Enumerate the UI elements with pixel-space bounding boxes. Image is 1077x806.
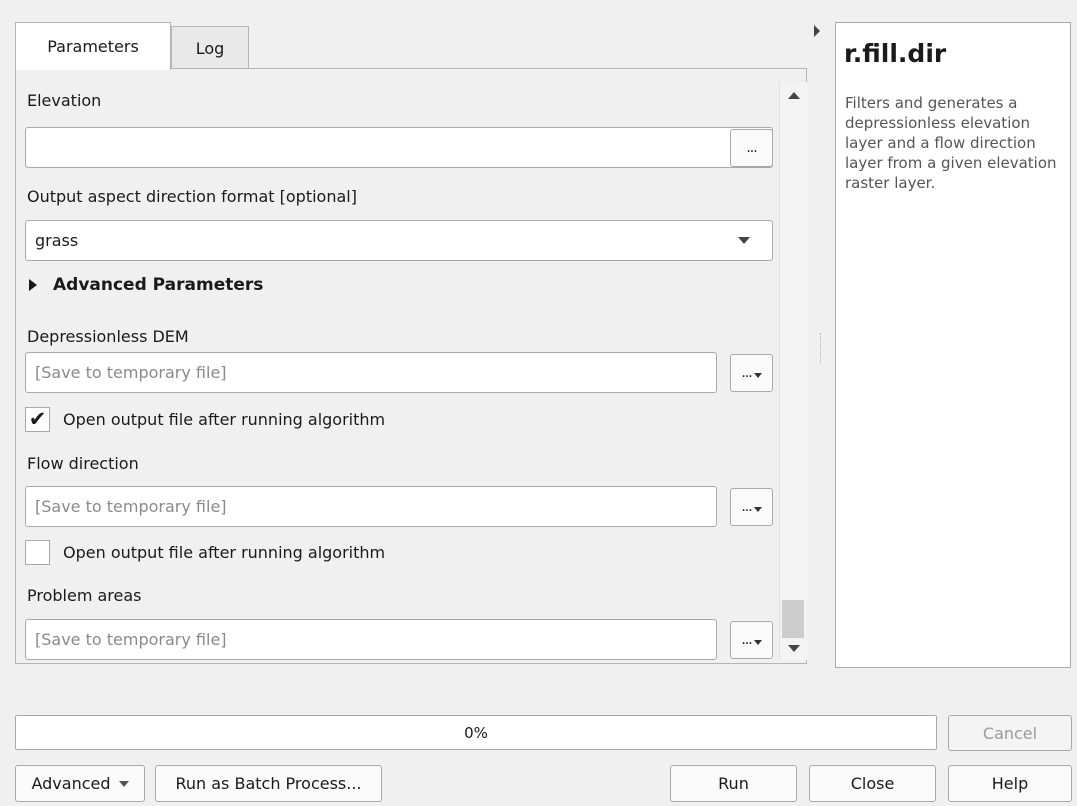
elevation-browse-button[interactable]: ... [730, 129, 773, 167]
scroll-up-icon[interactable] [788, 92, 800, 99]
aspect-format-label: Output aspect direction format [optional… [27, 187, 357, 206]
problem-browse-button[interactable]: ... [730, 621, 773, 659]
aspect-format-combobox[interactable]: grass [25, 220, 773, 261]
problem-areas-label: Problem areas [27, 586, 142, 605]
run-button[interactable]: Run [670, 765, 797, 802]
elevation-combobox[interactable] [25, 127, 773, 168]
scroll-down-icon[interactable] [788, 645, 800, 652]
elevation-label: Elevation [27, 91, 102, 110]
dem-output-placeholder: [Save to temporary file] [35, 363, 227, 382]
dem-browse-button[interactable]: ... [730, 354, 773, 392]
collapse-help-icon[interactable] [814, 25, 820, 37]
chevron-down-icon [118, 780, 129, 787]
help-button[interactable]: Help [948, 765, 1072, 802]
progress-text: 0% [464, 723, 488, 742]
flow-output-field[interactable]: [Save to temporary file] [25, 486, 717, 527]
dots-label: ... [741, 632, 752, 648]
triangle-right-icon [29, 279, 37, 291]
tab-parameters-label: Parameters [47, 37, 139, 56]
advanced-parameters-toggle[interactable]: Advanced Parameters [25, 270, 263, 300]
run-label: Run [718, 774, 749, 793]
chevron-down-icon [753, 639, 762, 645]
chevron-down-icon [753, 372, 762, 378]
problem-output-field[interactable]: [Save to temporary file] [25, 619, 717, 660]
run-batch-button[interactable]: Run as Batch Process... [155, 765, 382, 802]
advanced-parameters-label: Advanced Parameters [53, 275, 264, 295]
run-batch-label: Run as Batch Process... [175, 774, 362, 793]
help-panel: r.fill.dir Filters and generates a depre… [835, 22, 1071, 668]
checkmark-icon: ✔ [28, 407, 47, 431]
dem-open-label: Open output file after running algorithm [63, 410, 386, 429]
algorithm-description: Filters and generates a depressionless e… [845, 94, 1057, 192]
flow-browse-button[interactable]: ... [730, 488, 773, 526]
chevron-down-icon [738, 237, 750, 244]
advanced-label: Advanced [31, 774, 111, 793]
tab-parameters[interactable]: Parameters [15, 22, 171, 70]
aspect-format-value: grass [35, 231, 79, 250]
close-button[interactable]: Close [809, 765, 936, 802]
tab-log-label: Log [195, 38, 225, 58]
dem-output-field[interactable]: [Save to temporary file] [25, 352, 717, 393]
tab-log[interactable]: Log [171, 26, 249, 69]
flow-open-label: Open output file after running algorithm [63, 543, 386, 562]
help-label: Help [991, 774, 1029, 793]
dem-open-checkbox[interactable]: ✔ [25, 407, 50, 432]
dots-label: ... [746, 140, 757, 156]
progress-bar: 0% [15, 715, 937, 750]
cancel-label: Cancel [982, 723, 1038, 743]
splitter-handle[interactable] [820, 333, 822, 363]
dots-label: ... [741, 365, 752, 381]
advanced-button[interactable]: Advanced [15, 765, 145, 802]
cancel-button[interactable]: Cancel [948, 715, 1072, 751]
flow-open-checkbox[interactable] [25, 540, 50, 565]
flow-output-placeholder: [Save to temporary file] [35, 497, 227, 516]
parameters-scrollbar[interactable] [779, 82, 807, 660]
close-label: Close [850, 774, 895, 793]
flow-direction-label: Flow direction [27, 454, 139, 473]
scrollbar-thumb[interactable] [782, 600, 804, 638]
dem-label: Depressionless DEM [27, 327, 189, 346]
chevron-down-icon [753, 506, 762, 512]
problem-output-placeholder: [Save to temporary file] [35, 630, 227, 649]
dots-label: ... [741, 499, 752, 515]
algorithm-title: r.fill.dir [844, 39, 947, 68]
